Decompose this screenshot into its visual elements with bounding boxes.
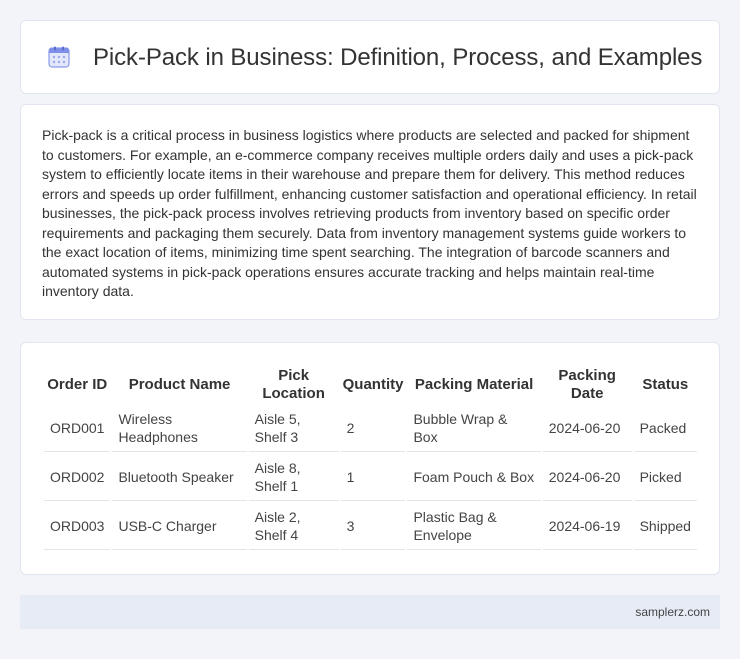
column-header-packing-date: Packing Date xyxy=(558,366,616,402)
order-id-cell: ORD002 xyxy=(44,454,111,501)
product-name-cell: Wireless Headphones xyxy=(112,405,247,452)
page-title: Pick-Pack in Business: Definition, Proce… xyxy=(93,44,703,71)
header-card: Pick-Pack in Business: Definition, Proce… xyxy=(20,20,720,94)
footer-bar: samplerz.com xyxy=(20,595,720,629)
packing-material-cell: Bubble Wrap & Box xyxy=(407,405,541,452)
column-header-pick-location: Pick Location xyxy=(262,366,325,402)
packing-material-cell: Foam Pouch & Box xyxy=(407,454,541,501)
column-header-status: Status xyxy=(642,375,689,393)
quantity-cell: 1 xyxy=(340,454,406,501)
packing-date-cell: 2024-06-20 xyxy=(542,454,632,501)
calendar-icon xyxy=(48,46,70,68)
orders-table: Order ID Product Name Pick Location Quan… xyxy=(42,364,699,552)
product-name-cell: Bluetooth Speaker xyxy=(112,454,247,501)
table-row: ORD003 USB-C Charger Aisle 2, Shelf 4 3 … xyxy=(44,503,697,550)
pick-location-cell: Aisle 8, Shelf 1 xyxy=(248,454,339,501)
status-cell: Shipped xyxy=(633,503,697,550)
quantity-cell: 3 xyxy=(340,503,406,550)
column-header-packing-material: Packing Material xyxy=(414,375,534,393)
order-id-cell: ORD003 xyxy=(44,503,111,550)
column-header-quantity: Quantity xyxy=(342,375,404,393)
table-card: Order ID Product Name Pick Location Quan… xyxy=(20,342,720,575)
packing-date-cell: 2024-06-20 xyxy=(542,405,632,452)
quantity-cell: 2 xyxy=(340,405,406,452)
footer-brand: samplerz.com xyxy=(635,605,710,619)
pick-location-cell: Aisle 2, Shelf 4 xyxy=(248,503,339,550)
column-header-product-name: Product Name xyxy=(128,375,231,393)
status-cell: Packed xyxy=(633,405,697,452)
table-row: ORD001 Wireless Headphones Aisle 5, Shel… xyxy=(44,405,697,452)
status-cell: Picked xyxy=(633,454,697,501)
pick-location-cell: Aisle 5, Shelf 3 xyxy=(248,405,339,452)
packing-date-cell: 2024-06-19 xyxy=(542,503,632,550)
order-id-cell: ORD001 xyxy=(44,405,111,452)
table-header-row: Order ID Product Name Pick Location Quan… xyxy=(44,366,697,403)
intro-card: Pick-pack is a critical process in busin… xyxy=(20,104,720,320)
intro-paragraph: Pick-pack is a critical process in busin… xyxy=(42,127,697,299)
product-name-cell: USB-C Charger xyxy=(112,503,247,550)
column-header-order-id: Order ID xyxy=(47,375,108,393)
table-row: ORD002 Bluetooth Speaker Aisle 8, Shelf … xyxy=(44,454,697,501)
packing-material-cell: Plastic Bag & Envelope xyxy=(407,503,541,550)
